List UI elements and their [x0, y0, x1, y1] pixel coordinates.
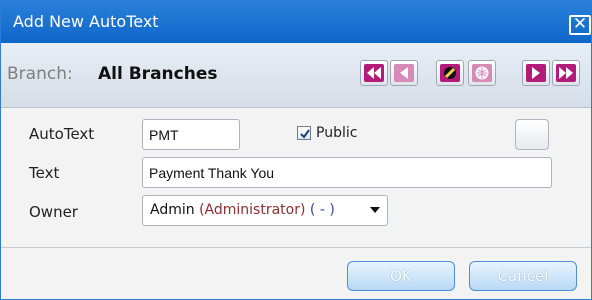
owner-label: Owner: [29, 203, 78, 221]
globe-icon: [472, 64, 492, 82]
next-record-button[interactable]: [522, 60, 550, 86]
edit-icon: [440, 64, 460, 82]
blank-button[interactable]: [515, 119, 549, 150]
branch-label: Branch:: [7, 64, 73, 84]
autotext-input[interactable]: [142, 119, 240, 150]
window-title: Add New AutoText: [13, 12, 159, 31]
branch-value: All Branches: [98, 64, 218, 84]
add-new-autotext-dialog: Add New AutoText ✕ Branch: All Branches: [0, 0, 592, 300]
chevron-down-icon: [370, 207, 380, 213]
owner-dropdown[interactable]: Admin (Administrator) ( - ): [142, 195, 388, 226]
branch-bar: Branch: All Branches: [1, 43, 591, 108]
first-record-icon: [364, 64, 384, 82]
globe-button[interactable]: [468, 60, 496, 86]
edit-button[interactable]: [436, 60, 464, 86]
text-label: Text: [29, 164, 60, 182]
title-bar: Add New AutoText ✕: [1, 1, 591, 43]
cancel-button[interactable]: Cancel: [469, 261, 577, 291]
next-record-icon: [526, 64, 546, 82]
close-button[interactable]: ✕: [569, 15, 591, 35]
last-record-button[interactable]: [552, 60, 580, 86]
owner-role: (Administrator): [199, 202, 306, 218]
checkmark-icon: [300, 129, 310, 139]
previous-record-button[interactable]: [390, 60, 418, 86]
owner-dash: ( - ): [309, 202, 335, 218]
ok-button[interactable]: OK: [347, 261, 455, 291]
public-checkbox[interactable]: [297, 126, 311, 140]
close-icon: ✕: [572, 14, 588, 34]
previous-record-icon: [394, 64, 414, 82]
owner-name: Admin: [150, 202, 195, 218]
autotext-label: AutoText: [29, 125, 95, 143]
divider: [1, 247, 591, 248]
public-label: Public: [316, 125, 358, 141]
text-input[interactable]: [142, 157, 552, 188]
cancel-label: Cancel: [497, 267, 549, 285]
last-record-icon: [556, 64, 576, 82]
ok-label: OK: [390, 267, 412, 285]
first-record-button[interactable]: [360, 60, 388, 86]
